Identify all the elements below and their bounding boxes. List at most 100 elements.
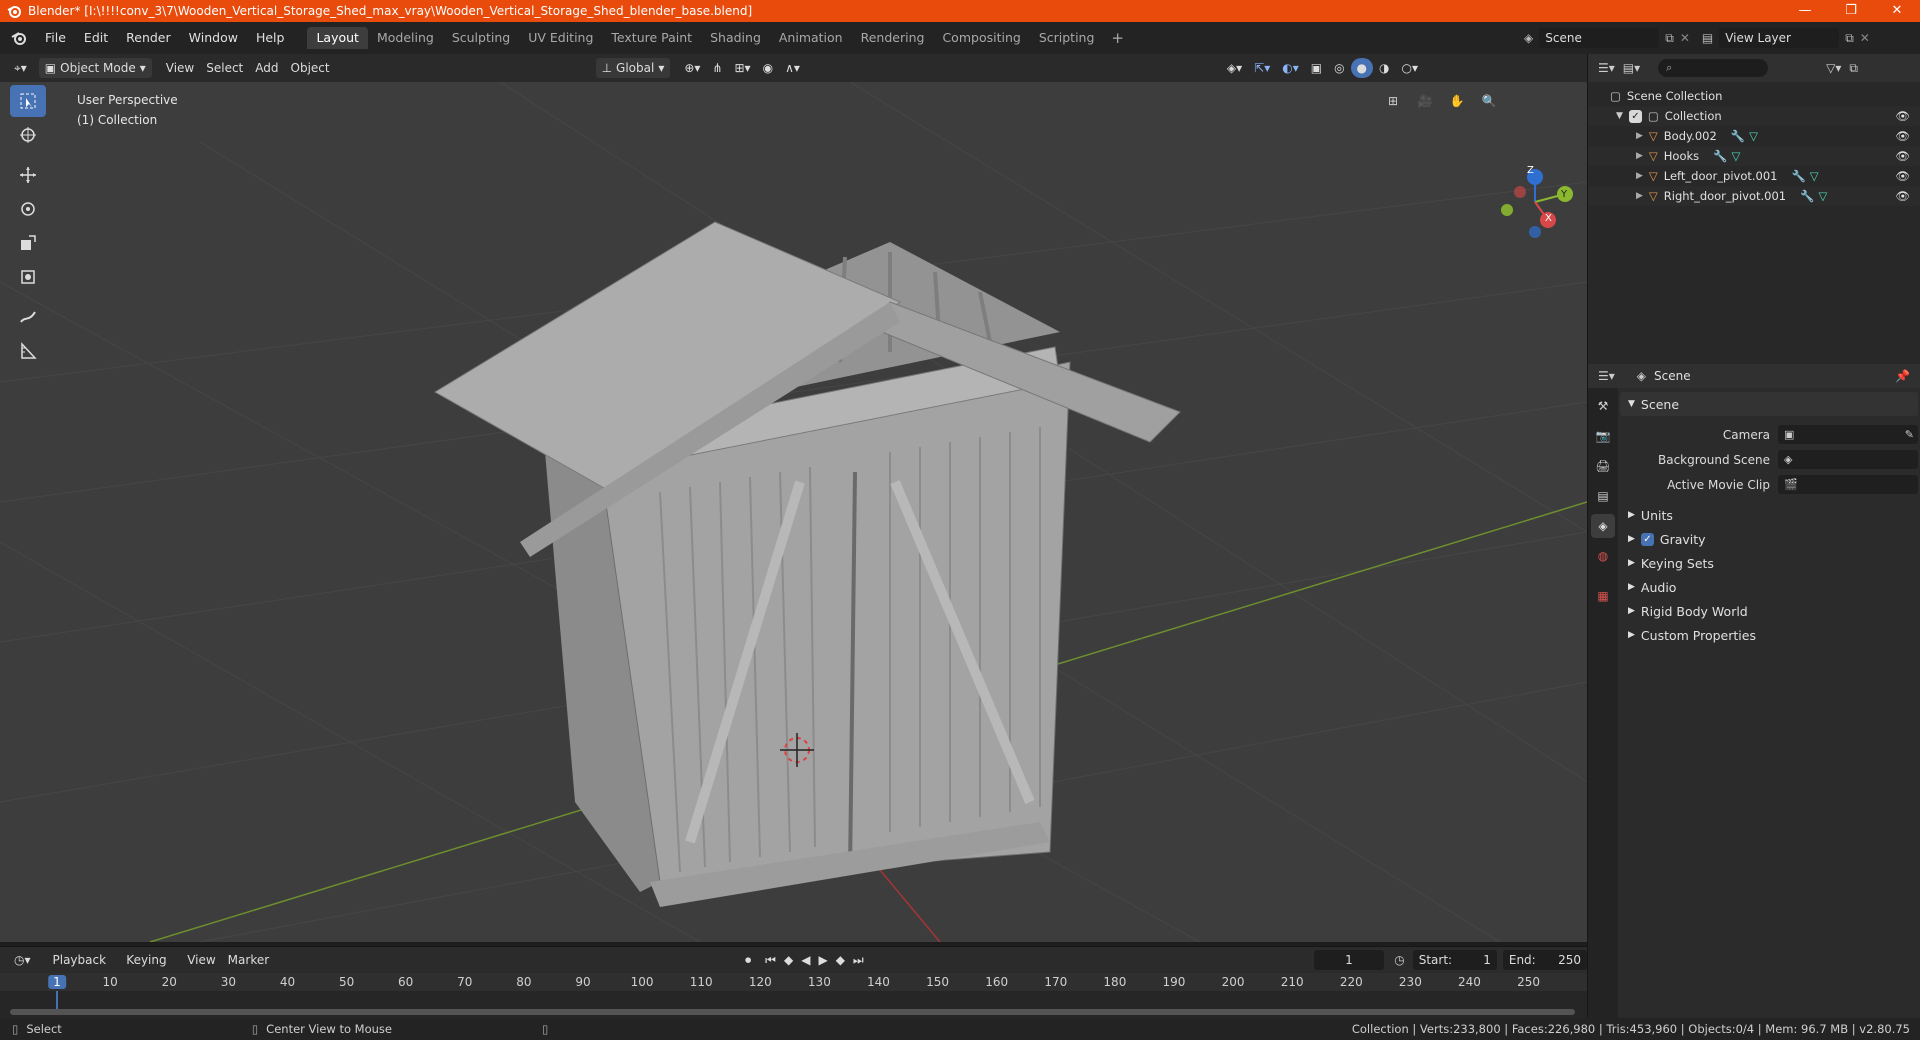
menu-marker[interactable]: Marker — [222, 950, 275, 970]
xray-icon[interactable]: ▣ — [1305, 58, 1328, 78]
outliner-object-row[interactable]: ▶ ▽ Left_door_pivot.001 🔧 ▽ 👁 — [1588, 166, 1920, 186]
menu-object[interactable]: Object — [285, 58, 336, 78]
keying-sets-section[interactable]: ▶ Keying Sets — [1620, 551, 1918, 575]
menu-select[interactable]: Select — [200, 58, 249, 78]
jump-keyframe-back-icon[interactable]: ◆ — [784, 953, 793, 967]
wireframe-shading-icon[interactable]: ◎ — [1328, 58, 1350, 78]
outliner-search-input[interactable]: ⌕ — [1658, 59, 1769, 77]
jump-end-icon[interactable]: ⏭ — [853, 953, 864, 968]
grid-view-icon[interactable]: ⊞ — [1380, 88, 1406, 114]
shed-model[interactable] — [434, 221, 1181, 907]
tab-animation[interactable]: Animation — [770, 27, 852, 49]
mesh-data-icon[interactable]: ▽ — [1818, 189, 1827, 203]
delete-view-layer-icon[interactable]: ✕ — [1860, 31, 1870, 45]
jump-start-icon[interactable]: ⏮ — [765, 953, 776, 968]
output-tab-icon[interactable]: 🖨 — [1591, 454, 1615, 478]
annotate-tool-icon[interactable] — [10, 301, 46, 333]
tab-layout[interactable]: Layout — [307, 27, 368, 49]
clock-icon[interactable]: ◷ — [1394, 953, 1404, 967]
tab-modeling[interactable]: Modeling — [368, 27, 443, 49]
navigation-gizmo[interactable] — [1501, 169, 1573, 238]
end-frame-field[interactable]: End: 250 — [1502, 950, 1587, 970]
camera-field[interactable]: ▣ ✎ — [1778, 425, 1918, 444]
outliner-object-row[interactable]: ▶ ▽ Body.002 🔧 ▽ 👁 — [1588, 126, 1920, 146]
new-collection-icon[interactable]: ⧉ — [1849, 61, 1858, 76]
eye-icon[interactable]: 👁 — [1895, 109, 1910, 123]
pin-icon[interactable]: 📌 — [1895, 369, 1910, 383]
menu-view[interactable]: View — [160, 58, 200, 78]
new-scene-icon[interactable]: ⧉ — [1665, 31, 1674, 46]
scene-tab-icon[interactable]: ◈ — [1591, 514, 1615, 538]
view-layer-field[interactable]: View Layer — [1719, 28, 1840, 48]
modifier-wrench-icon[interactable]: 🔧 — [1800, 189, 1814, 203]
orientation-dropdown[interactable]: ⊥ Global ▾ — [595, 58, 671, 78]
tool-tab-icon[interactable]: ⚒ — [1591, 394, 1615, 418]
menu-playback[interactable]: Playback ▾ — [47, 950, 121, 987]
scene-field[interactable]: Scene — [1539, 28, 1660, 48]
tab-scripting[interactable]: Scripting — [1030, 27, 1104, 49]
delete-scene-icon[interactable]: ✕ — [1680, 31, 1690, 45]
outliner-object-row[interactable]: ▶ ▽ Hooks 🔧 ▽ 👁 — [1588, 146, 1920, 166]
eye-icon[interactable]: 👁 — [1895, 129, 1910, 143]
eyedropper-icon[interactable]: ✎ — [1905, 428, 1914, 441]
outliner-editor-icon[interactable]: ☰▾ — [1598, 61, 1615, 75]
background-scene-field[interactable]: ◈ — [1778, 450, 1918, 469]
camera-view-icon[interactable]: 🎥 — [1412, 88, 1438, 114]
scene-collection-row[interactable]: ▢ Scene Collection — [1588, 86, 1920, 106]
menu-window[interactable]: Window — [180, 22, 247, 54]
gizmo-toggle-icon[interactable]: ⇱▾ — [1248, 58, 1276, 78]
timeline-editor-icon[interactable]: ◷▾ — [8, 950, 37, 970]
scene-section-header[interactable]: ▼ Scene — [1620, 392, 1918, 416]
play-reverse-icon[interactable]: ◀ — [801, 953, 810, 967]
movie-clip-field[interactable]: 🎬 — [1778, 475, 1918, 494]
blender-menu-icon[interactable] — [8, 27, 30, 49]
overlay-toggle-icon[interactable]: ◐▾ — [1276, 58, 1305, 78]
display-mode-icon[interactable]: ▤▾ — [1623, 61, 1640, 75]
measure-tool-icon[interactable] — [10, 335, 46, 367]
visibility-icon[interactable]: ◈▾ — [1221, 58, 1248, 78]
pivot-icon[interactable]: ⊕▾ — [678, 58, 706, 78]
zoom-icon[interactable]: 🔍 — [1476, 88, 1502, 114]
menu-timeline-view[interactable]: View — [181, 950, 221, 970]
close-button[interactable]: ✕ — [1874, 0, 1920, 22]
menu-render[interactable]: Render — [117, 22, 180, 54]
tab-uv-editing[interactable]: UV Editing — [519, 27, 602, 49]
mode-dropdown[interactable]: ▣ Object Mode ▾ — [38, 58, 152, 78]
view-layer-tab-icon[interactable]: ▤ — [1591, 484, 1615, 508]
snap-icon[interactable]: ⋔ — [706, 58, 728, 78]
mesh-data-icon[interactable]: ▽ — [1731, 149, 1740, 163]
eye-icon[interactable]: 👁 — [1895, 169, 1910, 183]
proportional-edit-icon[interactable]: ◉ — [757, 58, 779, 78]
mesh-data-icon[interactable]: ▽ — [1810, 169, 1819, 183]
jump-keyframe-forward-icon[interactable]: ◆ — [836, 953, 845, 967]
outliner-object-row[interactable]: ▶ ▽ Right_door_pivot.001 🔧 ▽ 👁 — [1588, 186, 1920, 206]
rotate-tool-icon[interactable] — [10, 193, 46, 225]
custom-properties-section[interactable]: ▶ Custom Properties — [1620, 623, 1918, 647]
select-box-tool-icon[interactable] — [10, 85, 46, 117]
add-workspace-icon[interactable]: + — [1103, 29, 1132, 47]
collection-checkbox[interactable]: ✓ — [1628, 109, 1642, 123]
start-frame-field[interactable]: Start: 1 — [1412, 950, 1497, 970]
gravity-section[interactable]: ▶ ✓ Gravity — [1620, 527, 1918, 551]
minimize-button[interactable]: — — [1782, 0, 1828, 22]
menu-help[interactable]: Help — [247, 22, 294, 54]
collection-row[interactable]: ▼ ✓ ▢ Collection 👁 — [1588, 106, 1920, 126]
expand-arrow-icon[interactable]: ▶ — [1636, 191, 1643, 201]
3d-viewport[interactable]: User Perspective (1) Collection Z Y X — [0, 82, 1587, 942]
pan-hand-icon[interactable]: ✋ — [1444, 88, 1470, 114]
menu-keying[interactable]: Keying ▾ — [120, 950, 181, 987]
snap-target-icon[interactable]: ⊞▾ — [729, 58, 757, 78]
rigid-body-world-section[interactable]: ▶ Rigid Body World — [1620, 599, 1918, 623]
play-icon[interactable]: ▶ — [818, 953, 827, 967]
timeline-ruler[interactable]: 1 10 20 30 40 50 60 70 80 90 100 110 120 130 140 150 160… — [0, 973, 1587, 991]
transform-tool-icon[interactable] — [10, 261, 46, 293]
render-tab-icon[interactable]: 📷 — [1591, 424, 1615, 448]
tab-compositing[interactable]: Compositing — [933, 27, 1029, 49]
tab-sculpting[interactable]: Sculpting — [443, 27, 519, 49]
menu-file[interactable]: File — [36, 22, 75, 54]
modifier-wrench-icon[interactable]: 🔧 — [1731, 129, 1745, 143]
gravity-checkbox[interactable]: ✓ — [1640, 532, 1654, 546]
tab-shading[interactable]: Shading — [701, 27, 770, 49]
expand-arrow-icon[interactable]: ▶ — [1636, 131, 1643, 141]
expand-arrow-icon[interactable]: ▶ — [1636, 171, 1643, 181]
